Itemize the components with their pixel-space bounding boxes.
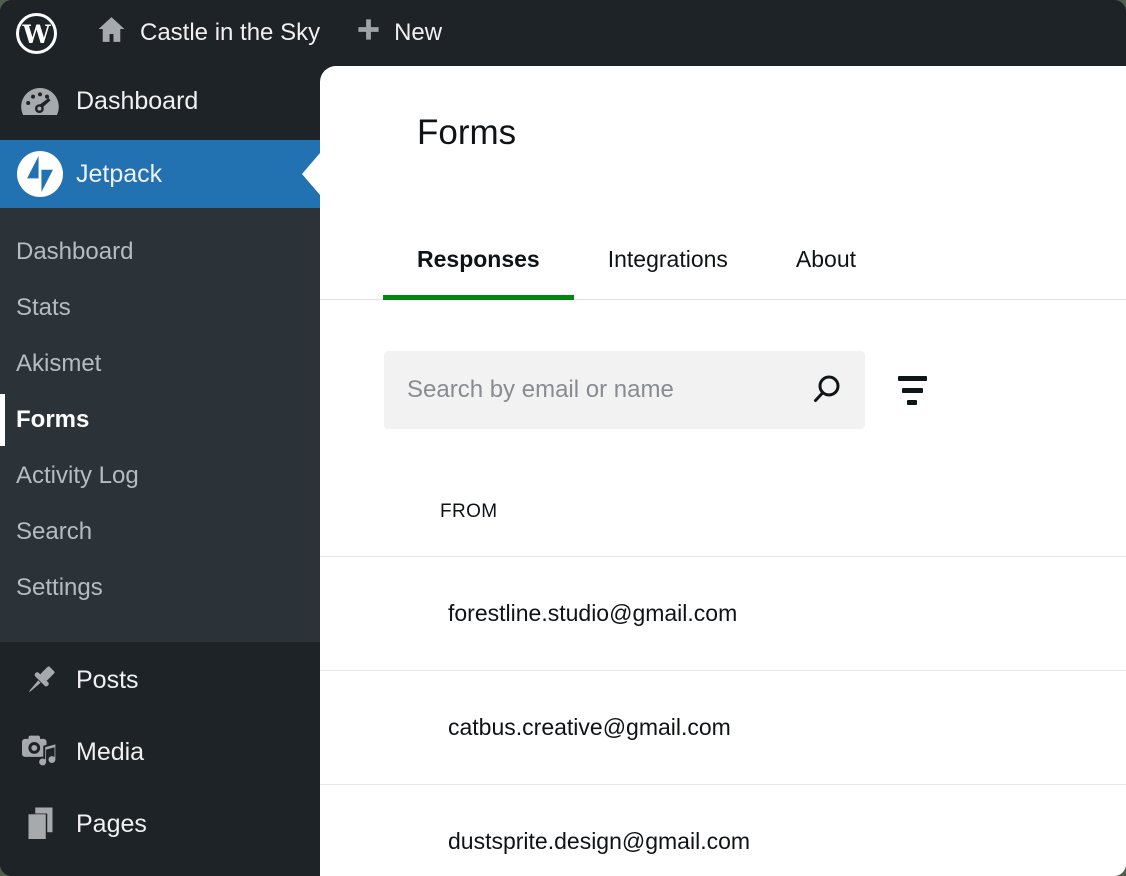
new-label: New <box>394 19 442 47</box>
filter-icon <box>898 376 927 381</box>
sidebar-item-label: Media <box>76 738 144 767</box>
submenu-label: Dashboard <box>16 238 133 266</box>
tab-integrations[interactable]: Integrations <box>574 245 762 299</box>
submenu-item-stats[interactable]: Stats <box>0 280 320 336</box>
submenu-item-akismet[interactable]: Akismet <box>0 336 320 392</box>
search-box <box>384 351 865 429</box>
admin-top-bar: W Castle in the Sky New <box>0 0 1126 66</box>
submenu-item-settings[interactable]: Settings <box>0 560 320 616</box>
tab-responses[interactable]: Responses <box>383 245 574 299</box>
tab-label: Integrations <box>608 246 728 272</box>
sidebar-item-dashboard[interactable]: Dashboard <box>0 76 320 126</box>
table-row[interactable]: catbus.creative@gmail.com <box>320 671 1126 785</box>
svg-text:W: W <box>21 20 51 49</box>
sidebar-lower-menu: Posts Media <box>0 656 320 848</box>
submenu-item-activity-log[interactable]: Activity Log <box>0 448 320 504</box>
sidebar-item-jetpack[interactable]: Jetpack <box>0 140 320 208</box>
plus-icon <box>356 17 381 49</box>
search-input[interactable] <box>384 351 865 429</box>
submenu-item-search[interactable]: Search <box>0 504 320 560</box>
home-icon <box>96 15 127 51</box>
site-name-label: Castle in the Sky <box>140 19 320 47</box>
submenu-label: Activity Log <box>16 462 139 490</box>
response-from-email: dustsprite.design@gmail.com <box>448 828 750 855</box>
submenu-label: Forms <box>16 406 89 434</box>
visit-site-link[interactable]: Castle in the Sky <box>96 15 320 51</box>
table-row[interactable]: forestline.studio@gmail.com <box>320 557 1126 671</box>
table-row[interactable]: dustsprite.design@gmail.com <box>320 785 1126 876</box>
responses-toolbar <box>384 351 1126 429</box>
search-icon[interactable] <box>809 372 845 408</box>
active-menu-caret <box>302 153 320 195</box>
tab-about[interactable]: About <box>762 245 890 299</box>
media-icon <box>19 734 61 770</box>
submenu-label: Stats <box>16 294 71 322</box>
sidebar-item-media[interactable]: Media <box>0 728 320 776</box>
submenu-label: Akismet <box>16 350 101 378</box>
page-title: Forms <box>320 66 1126 153</box>
submenu-item-forms[interactable]: Forms <box>0 392 320 448</box>
pages-icon <box>19 806 61 842</box>
new-content-button[interactable]: New <box>356 17 442 49</box>
wordpress-admin-window: W Castle in the Sky New <box>0 0 1126 876</box>
dashboard-gauge-icon <box>17 86 63 116</box>
response-from-email: forestline.studio@gmail.com <box>448 600 737 627</box>
forms-panel: Forms Responses Integrations About <box>320 66 1126 876</box>
pushpin-icon <box>19 662 61 699</box>
filter-button[interactable] <box>889 367 935 413</box>
submenu-label: Search <box>16 518 92 546</box>
tab-label: Responses <box>417 246 540 272</box>
sidebar-item-label: Posts <box>76 666 139 695</box>
wordpress-logo-icon[interactable]: W <box>15 12 58 55</box>
submenu-item-dashboard[interactable]: Dashboard <box>0 224 320 280</box>
forms-tabs: Responses Integrations About <box>320 245 1126 300</box>
jetpack-icon <box>17 151 63 197</box>
sidebar-item-pages[interactable]: Pages <box>0 800 320 848</box>
sidebar-item-label: Jetpack <box>76 160 162 189</box>
sidebar-item-label: Dashboard <box>76 87 198 116</box>
jetpack-submenu: Dashboard Stats Akismet Forms Activity L… <box>0 208 320 642</box>
response-from-email: catbus.creative@gmail.com <box>448 714 731 741</box>
table-column-header-from: FROM <box>320 501 1126 557</box>
tab-label: About <box>796 246 856 272</box>
sidebar-item-label: Pages <box>76 810 147 839</box>
submenu-label: Settings <box>16 574 103 602</box>
admin-sidebar: Dashboard Jetpack Dashboard Stats Akisme… <box>0 66 320 876</box>
sidebar-item-posts[interactable]: Posts <box>0 656 320 704</box>
